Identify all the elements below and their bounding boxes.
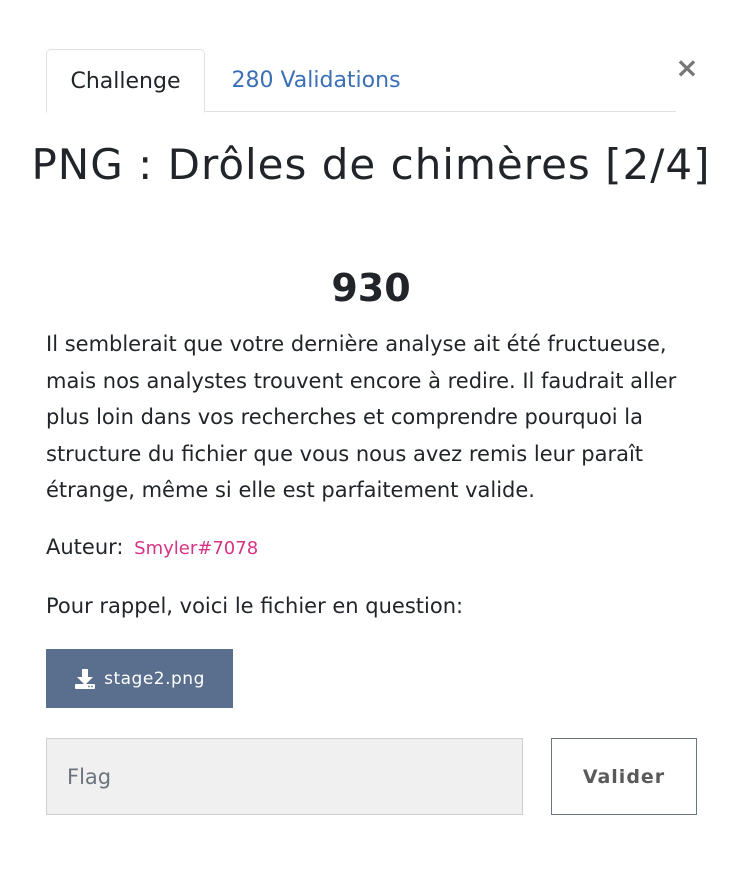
tab-validations[interactable]: 280 Validations [205, 49, 427, 112]
download-file-button[interactable]: stage2.png [46, 649, 233, 708]
close-icon[interactable]: × [674, 53, 700, 83]
tab-challenge[interactable]: Challenge [46, 49, 205, 113]
author-label: Auteur: [46, 535, 124, 559]
author-name-link[interactable]: Smyler#7078 [134, 538, 258, 559]
tab-challenge-label: Challenge [70, 68, 181, 94]
submit-flag-button[interactable]: Valider [551, 738, 697, 815]
file-reminder-text: Pour rappel, voici le fichier en questio… [46, 594, 464, 618]
flag-input[interactable] [46, 738, 523, 815]
tab-validations-label: 280 Validations [231, 68, 401, 93]
download-file-name: stage2.png [104, 668, 205, 689]
author-line: Auteur: Smyler#7078 [46, 531, 696, 565]
challenge-description: Il semblerait que votre dernière analyse… [46, 332, 677, 502]
challenge-tabs: Challenge 280 Validations [46, 49, 676, 113]
challenge-points: 930 [331, 266, 411, 310]
download-icon [75, 668, 96, 689]
challenge-title: PNG : Drôles de chimères [2/4] [31, 140, 711, 189]
